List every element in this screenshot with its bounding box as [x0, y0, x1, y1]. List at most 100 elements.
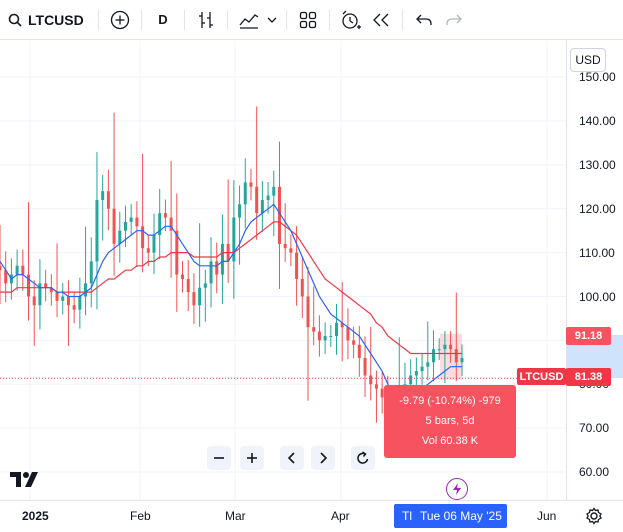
candle-body [89, 261, 93, 284]
lightning-icon [453, 483, 461, 495]
candle-body [295, 252, 299, 279]
candle-body [300, 278, 304, 297]
candle-body [426, 362, 430, 367]
candle-body [95, 199, 99, 262]
search-icon [8, 13, 22, 27]
reset-icon [357, 451, 369, 464]
candle-body [255, 186, 259, 214]
gear-icon [586, 507, 602, 525]
reset-chart-button[interactable] [351, 446, 375, 470]
candle-body [283, 243, 287, 249]
candle-body [163, 213, 167, 218]
grid-layout-icon [299, 11, 317, 28]
candle-body [146, 248, 150, 253]
candle-body [112, 208, 116, 244]
candle-body [129, 217, 133, 222]
symbol-price-tag: LTCUSD [517, 368, 566, 385]
candle-body [363, 357, 367, 376]
price-tick: 150.00 [579, 70, 616, 85]
tradingview-logo[interactable] [10, 470, 44, 490]
indicators-dropdown[interactable] [264, 4, 280, 36]
event-marker[interactable] [446, 478, 468, 500]
interval-label: D [158, 12, 168, 27]
candle-body [192, 292, 196, 306]
settings-button[interactable] [585, 507, 603, 525]
chevron-left-icon [287, 452, 295, 464]
time-tick-feb: Feb [130, 509, 151, 523]
candle-body [32, 296, 36, 306]
alert-button[interactable] [336, 4, 366, 36]
separator [141, 9, 142, 30]
candle-body [249, 182, 253, 187]
alarm-clock-icon [342, 10, 361, 29]
time-tick-jun: Jun [537, 509, 557, 523]
symbol-search-button[interactable]: LTCUSD [0, 4, 92, 36]
candle-body [106, 191, 110, 209]
indicators-button[interactable] [234, 4, 264, 36]
price-tick: 120.00 [579, 201, 616, 216]
redo-icon [446, 14, 462, 25]
candle-body [443, 344, 447, 350]
candle-body [78, 296, 82, 310]
interval-button[interactable]: D [148, 4, 178, 36]
top-toolbar: LTCUSD D [0, 0, 623, 40]
candle-body [44, 283, 48, 288]
candle-body [101, 191, 105, 200]
candle-body [118, 230, 122, 244]
candle-body [72, 305, 76, 310]
candle-body [369, 375, 373, 385]
price-axis[interactable]: 150.00140.00130.00120.00110.00100.0090.0… [566, 41, 623, 500]
undo-button[interactable] [409, 4, 439, 36]
currency-button[interactable]: USD [570, 48, 606, 72]
separator [402, 9, 403, 30]
candle-body [0, 265, 2, 271]
redo-button[interactable] [439, 4, 469, 36]
zoom-in-button[interactable] [240, 446, 264, 470]
currency-label: USD [575, 53, 601, 67]
separator [329, 9, 330, 30]
bar-style-button[interactable] [191, 4, 221, 36]
candle-body [272, 186, 276, 196]
time-tick-2025: 2025 [22, 509, 49, 523]
candle-body [152, 235, 156, 253]
candle-body [135, 217, 139, 227]
time-axis[interactable]: 2025 Feb Mar Apr Tl Tue 06 May '25 Jun [0, 500, 623, 532]
minus-icon [214, 457, 224, 459]
candle-body [181, 274, 185, 279]
candle-body [55, 292, 59, 301]
price-tick: 100.00 [579, 289, 616, 304]
replay-button[interactable] [366, 4, 396, 36]
time-tick-apr: Apr [331, 509, 350, 523]
candle-body [141, 226, 145, 249]
layout-button[interactable] [293, 4, 323, 36]
scroll-right-button[interactable] [311, 446, 335, 470]
zoom-out-button[interactable] [207, 446, 231, 470]
candle-body [66, 296, 70, 306]
separator [184, 9, 185, 30]
measure-volume: Vol 60.38 K [421, 435, 479, 447]
candle-body [449, 344, 453, 350]
candle-body [123, 221, 127, 231]
candle-body [215, 261, 219, 275]
candle-body [266, 195, 270, 200]
measure-tooltip: -9.79 (-10.74%) -979 5 bars, 5d Vol 60.3… [384, 385, 516, 458]
undo-icon [416, 14, 432, 25]
candle-body [431, 349, 435, 363]
candle-body [198, 287, 202, 306]
crosshair-time-prefix: Tl [402, 509, 412, 523]
candle-body [186, 278, 190, 293]
price-tick: 140.00 [579, 114, 616, 128]
separator [98, 9, 99, 30]
price-tick: 70.00 [579, 421, 610, 436]
candle-body [238, 204, 242, 218]
indicators-icon [239, 13, 259, 29]
candle-body [437, 349, 441, 351]
scroll-left-button[interactable] [280, 446, 304, 470]
candle-body [374, 384, 378, 389]
candle-body [61, 296, 65, 301]
candle-body [346, 327, 350, 341]
price-tick: 110.00 [579, 245, 615, 260]
compare-add-button[interactable] [105, 4, 135, 36]
plus-icon [247, 453, 257, 463]
price-tick: 60.00 [579, 465, 610, 479]
